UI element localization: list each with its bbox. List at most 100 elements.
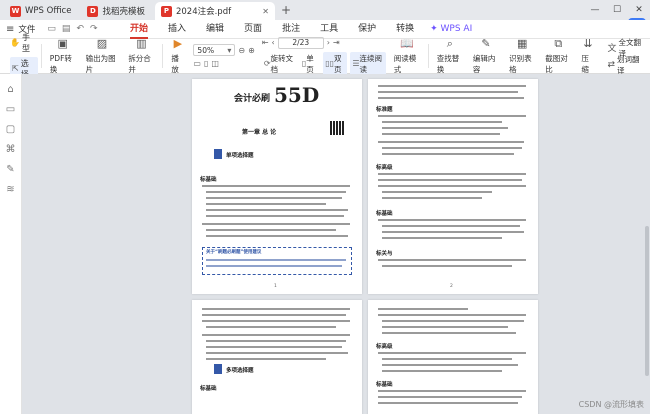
find-replace-button[interactable]: ⌕ 查找替换 — [432, 37, 468, 74]
text-line — [382, 121, 502, 123]
hand-label: 手型 — [21, 32, 30, 53]
section-banner — [214, 364, 222, 374]
rotate-doc-button[interactable]: ⟳ 旋转文档 — [262, 52, 297, 76]
book-title-number: 55D — [274, 83, 320, 107]
zoom-value: 50% — [197, 45, 215, 55]
bookmark-icon[interactable]: ⌂ — [7, 84, 13, 95]
screenshot-compare-button[interactable]: ⧉ 截图对比 — [540, 37, 576, 74]
tab-label: 找稻壳模板 — [102, 7, 145, 17]
next-page-icon[interactable]: › — [327, 38, 330, 47]
text-line — [378, 179, 522, 181]
title-prefix: 会计必刷 — [234, 94, 271, 104]
text-line — [202, 320, 350, 322]
document-area[interactable]: 会计必刷 55D 第一章 总 论 单项选择题 标基础 关于“刷题必刷题”使用建议… — [22, 74, 650, 414]
redo-icon[interactable]: ↷ — [90, 24, 98, 34]
actual-size-icon[interactable]: ◫ — [211, 59, 219, 68]
menu-start[interactable]: 开始 — [130, 20, 149, 39]
recognize-table-label: 识别表格 — [509, 54, 532, 74]
text-line — [382, 225, 520, 227]
reading-mode-button[interactable]: 📖 阅读模式 — [389, 37, 425, 74]
text-line — [382, 364, 518, 366]
zoom-in-icon[interactable]: ⊕ — [248, 46, 255, 55]
word-translate-button[interactable]: ⇄ 划词翻译 — [602, 55, 646, 75]
open-icon[interactable]: ▭ — [47, 24, 56, 34]
play-button[interactable]: ▶ 播放 — [166, 37, 189, 74]
attachment-icon[interactable]: ⌘ — [6, 144, 16, 155]
section-basic-2: 标基础 — [200, 386, 217, 392]
zoom-select[interactable]: 50% ▾ — [193, 44, 236, 56]
page-input[interactable]: 2/23 — [277, 36, 324, 49]
first-page-icon[interactable]: ⇤ — [262, 38, 269, 47]
play-icon: ▶ — [173, 37, 183, 50]
full-translate-button[interactable]: 文全文翻译 — [602, 38, 646, 58]
layers-icon[interactable]: ≋ — [6, 184, 14, 195]
compress-label: 压缩 — [581, 54, 589, 74]
screenshot-compare-label: 截图对比 — [545, 54, 568, 74]
zoom-out-icon[interactable]: ⊖ — [238, 46, 245, 55]
section-label: 标高级 — [376, 344, 393, 350]
book-icon: 📖 — [399, 37, 414, 50]
single-page-button[interactable]: ▯ 单页 — [300, 52, 320, 76]
text-line — [206, 235, 348, 237]
new-tab-button[interactable]: + — [281, 3, 291, 17]
left-sidebar: ⌂ ▭ ▢ ⌘ ✎ ≋ — [0, 74, 22, 414]
thumbnail-icon[interactable]: ▭ — [6, 104, 15, 115]
compare-icon: ⧉ — [554, 37, 563, 50]
maximize-icon[interactable]: ☐ — [606, 5, 628, 15]
tab-pdf-document[interactable]: P 2024注会.pdf ✕ — [154, 2, 275, 20]
undo-icon[interactable]: ↶ — [76, 24, 84, 34]
fit-width-icon[interactable]: ▯ — [204, 59, 208, 68]
section-label: 标基础 — [376, 211, 393, 217]
close-window-icon[interactable]: ✕ — [628, 5, 650, 15]
text-line — [382, 358, 512, 360]
close-tab-icon[interactable]: ✕ — [262, 7, 269, 16]
wps-ai-button[interactable]: ✦ WPS AI — [430, 24, 472, 34]
pdf-page-1: 会计必刷 55D 第一章 总 论 单项选择题 标基础 关于“刷题必刷题”使用建议… — [192, 79, 362, 294]
text-line — [382, 231, 524, 233]
save-icon[interactable]: ▤ — [62, 24, 71, 34]
double-page-icon: ▯▯ — [325, 59, 335, 68]
text-line — [206, 209, 348, 211]
page-navigation: ⇤ ‹ 2/23 › ⇥ ⟳ 旋转文档 ▯ 单页 ▯▯ 双页 ☰ 连续阅读 — [259, 36, 389, 76]
comment-icon[interactable]: ▢ — [6, 124, 15, 135]
prev-page-icon[interactable]: ‹ — [272, 38, 275, 47]
section-banner — [214, 149, 222, 159]
minimize-icon[interactable]: — — [584, 5, 606, 15]
pdf-convert-button[interactable]: ▣ PDF转换 — [45, 37, 81, 74]
recognize-table-button[interactable]: ▦ 识别表格 — [504, 37, 540, 74]
hand-icon: ✋ — [10, 38, 20, 47]
tab-wps-office[interactable]: W WPS Office — [4, 2, 77, 20]
text-line — [202, 223, 350, 225]
vertical-scrollbar[interactable] — [645, 226, 649, 376]
text-line — [206, 352, 348, 354]
edit-content-button[interactable]: ✎ 编辑内容 — [468, 37, 504, 74]
hand-tool[interactable]: ✋ 手型 — [10, 32, 38, 54]
menu-edit[interactable]: 编辑 — [206, 20, 224, 39]
tab-template[interactable]: D 找稻壳模板 — [81, 2, 151, 20]
continuous-read-button[interactable]: ☰ 连续阅读 — [350, 51, 386, 76]
chevron-down-icon: ▾ — [227, 45, 232, 55]
chapter-title: 第一章 总 论 — [242, 129, 277, 136]
menu-insert[interactable]: 插入 — [168, 20, 186, 39]
fit-page-icon[interactable]: ▭ — [193, 59, 201, 68]
section-label: 标高级 — [376, 165, 393, 171]
last-page-icon[interactable]: ⇥ — [333, 38, 340, 47]
word-translate-icon: ⇄ — [607, 59, 616, 70]
text-line — [378, 352, 526, 354]
text-line — [382, 237, 502, 239]
double-page-button[interactable]: ▯▯ 双页 — [323, 51, 348, 76]
text-line — [382, 265, 512, 267]
signature-icon[interactable]: ✎ — [6, 164, 14, 175]
page-number: 2 — [450, 284, 453, 289]
compress-button[interactable]: ⇊ 压缩 — [576, 37, 599, 74]
split-merge-label: 拆分合并 — [128, 54, 151, 74]
output-image-button[interactable]: ▨ 输出为图片 — [81, 37, 124, 74]
text-line — [202, 314, 346, 316]
book-title: 会计必刷 — [234, 91, 270, 104]
tab-label: 2024注会.pdf — [175, 7, 232, 17]
split-merge-button[interactable]: ▥ 拆分合并 — [123, 37, 159, 74]
text-line — [378, 314, 526, 316]
text-line — [378, 91, 518, 93]
text-line — [202, 185, 350, 187]
menu-convert[interactable]: 转换 — [396, 20, 414, 39]
